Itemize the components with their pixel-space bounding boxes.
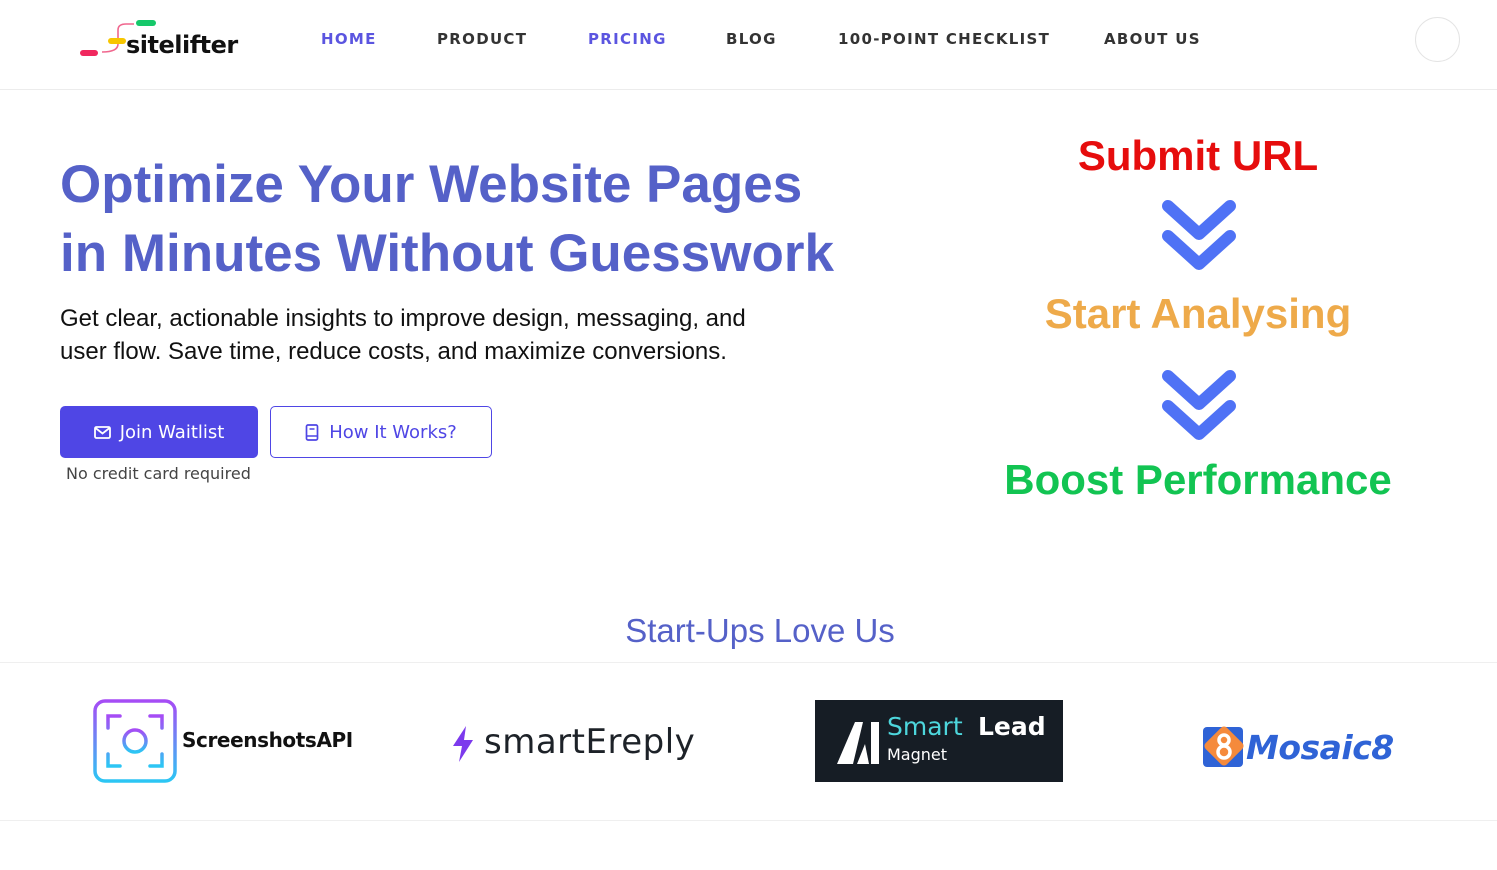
step-start-analysing: Start Analysing — [1044, 290, 1352, 337]
startups-title: Start-Ups Love Us — [625, 612, 895, 649]
nav-100-point-checklist[interactable]: 100-POINT CHECKLIST — [838, 30, 1050, 48]
step-boost-performance: Boost Performance — [1004, 456, 1392, 503]
hero-title: Optimize Your Website Pages in Minutes W… — [60, 150, 940, 288]
nav-home[interactable]: HOME — [321, 30, 377, 48]
hero-title-line-2: in Minutes Without Guesswork — [60, 224, 834, 283]
mosaic8-mark-icon — [1203, 726, 1244, 767]
join-waitlist-label: Join Waitlist — [119, 421, 225, 443]
brand-name: sitelifter — [126, 31, 238, 59]
join-waitlist-button[interactable]: Join Waitlist — [60, 406, 258, 458]
ai-letter-icon — [837, 722, 879, 764]
smart-lead-magnet-logo: Smart Lead Magnet — [815, 700, 1063, 782]
hero-subtitle-line-1: Get clear, actionable insights to improv… — [60, 305, 746, 332]
step-submit-url: Submit URL — [1077, 132, 1319, 179]
double-chevron-down-icon — [1162, 370, 1236, 440]
smartereply-name: smartEreply — [484, 722, 696, 762]
site-header: sitelifter HOME PRODUCT PRICING BLOG 100… — [0, 0, 1497, 90]
mosaic8-name: Mosaic8 — [1246, 728, 1394, 767]
smart-lead-magnet-smart: Smart — [887, 712, 963, 741]
book-icon — [305, 423, 319, 441]
screenshotsapi-name: ScreenshotsAPI — [182, 728, 353, 752]
how-it-works-label: How It Works? — [329, 421, 457, 443]
camera-focus-icon — [93, 699, 177, 783]
nav-pricing[interactable]: PRICING — [588, 30, 667, 48]
hero-title-line-1: Optimize Your Website Pages — [60, 155, 803, 214]
mail-icon — [93, 425, 111, 439]
hero-subtitle: Get clear, actionable insights to improv… — [60, 302, 860, 368]
sitelifter-logo[interactable]: sitelifter — [78, 18, 238, 64]
smart-lead-magnet-lead: Lead — [978, 712, 1046, 741]
double-chevron-down-icon — [1162, 200, 1236, 270]
hero-subtitle-line-2: user flow. Save time, reduce costs, and … — [60, 338, 727, 365]
smart-lead-magnet-magnet: Magnet — [887, 745, 948, 764]
nav-about-us[interactable]: ABOUT US — [1104, 30, 1201, 48]
user-avatar-button[interactable] — [1415, 17, 1460, 62]
no-credit-card-note: No credit card required — [66, 464, 251, 483]
nav-product[interactable]: PRODUCT — [437, 30, 527, 48]
lightning-bolt-icon — [453, 726, 473, 762]
nav-blog[interactable]: BLOG — [726, 30, 777, 48]
how-it-works-button[interactable]: How It Works? — [270, 406, 492, 458]
